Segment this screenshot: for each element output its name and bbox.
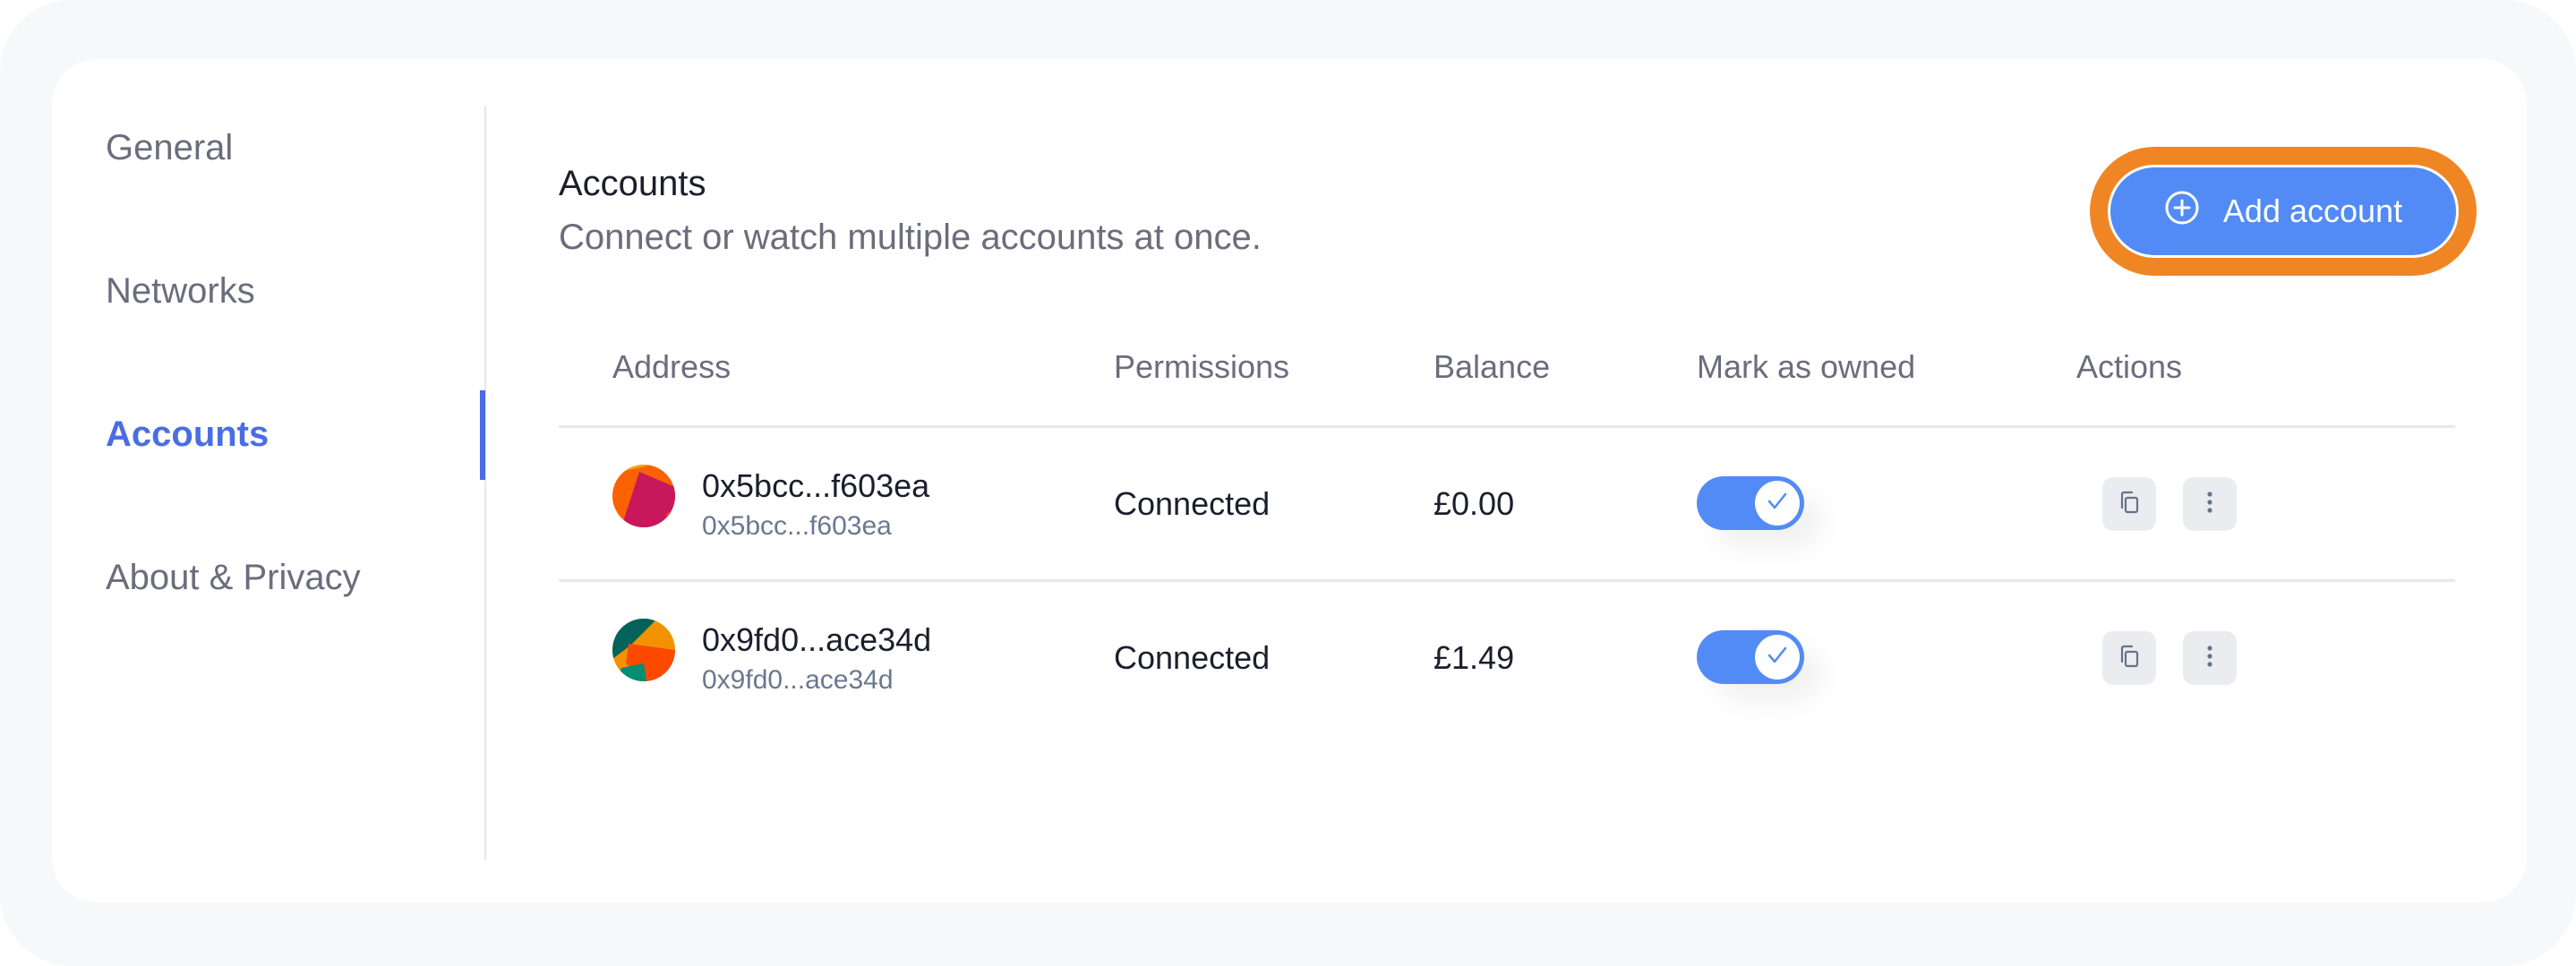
sidebar-item-accounts[interactable]: Accounts xyxy=(106,413,269,456)
checkmark-icon xyxy=(1764,488,1791,519)
account-address: 0x5bcc...f603ea xyxy=(702,467,930,504)
avatar xyxy=(612,619,675,681)
page-title: Accounts xyxy=(559,164,706,203)
permission-status: Connected xyxy=(1114,639,1271,676)
more-options-button[interactable] xyxy=(2183,631,2237,685)
active-nav-indicator xyxy=(480,390,485,480)
account-balance: £1.49 xyxy=(1433,639,1515,676)
toggle-knob xyxy=(1755,481,1800,526)
sidebar-item-about-privacy[interactable]: About & Privacy xyxy=(106,556,361,599)
add-account-button[interactable]: Add account xyxy=(2108,165,2459,258)
column-header-balance: Balance xyxy=(1433,348,1551,385)
sidebar-item-general[interactable]: General xyxy=(106,126,233,169)
mark-as-owned-toggle[interactable] xyxy=(1697,476,1804,530)
page-subtitle: Connect or watch multiple accounts at on… xyxy=(559,218,1262,257)
copy-icon xyxy=(2115,642,2144,675)
plus-circle-icon xyxy=(2164,190,2200,234)
account-address: 0x9fd0...ace34d xyxy=(702,621,932,658)
column-header-actions: Actions xyxy=(2076,348,2183,385)
more-options-button[interactable] xyxy=(2183,477,2237,531)
column-header-address: Address xyxy=(612,348,732,385)
add-account-label: Add account xyxy=(2222,192,2403,229)
sidebar-item-networks[interactable]: Networks xyxy=(106,269,255,312)
copy-address-button[interactable] xyxy=(2102,477,2156,531)
row-divider xyxy=(559,579,2455,582)
mark-as-owned-toggle[interactable] xyxy=(1697,630,1804,684)
copy-icon xyxy=(2115,488,2144,521)
header-divider xyxy=(559,425,2455,428)
more-vertical-icon xyxy=(2195,642,2224,675)
account-balance: £0.00 xyxy=(1433,485,1515,522)
account-address-sub: 0x5bcc...f603ea xyxy=(702,511,892,541)
copy-address-button[interactable] xyxy=(2102,631,2156,685)
avatar xyxy=(612,465,675,527)
checkmark-icon xyxy=(1764,642,1791,673)
column-header-mark-as-owned: Mark as owned xyxy=(1697,348,1916,385)
permission-status: Connected xyxy=(1114,485,1271,522)
account-address-sub: 0x9fd0...ace34d xyxy=(702,665,894,695)
more-vertical-icon xyxy=(2195,488,2224,521)
toggle-knob xyxy=(1755,635,1800,680)
sidebar-divider xyxy=(484,106,486,859)
column-header-permissions: Permissions xyxy=(1114,348,1290,385)
